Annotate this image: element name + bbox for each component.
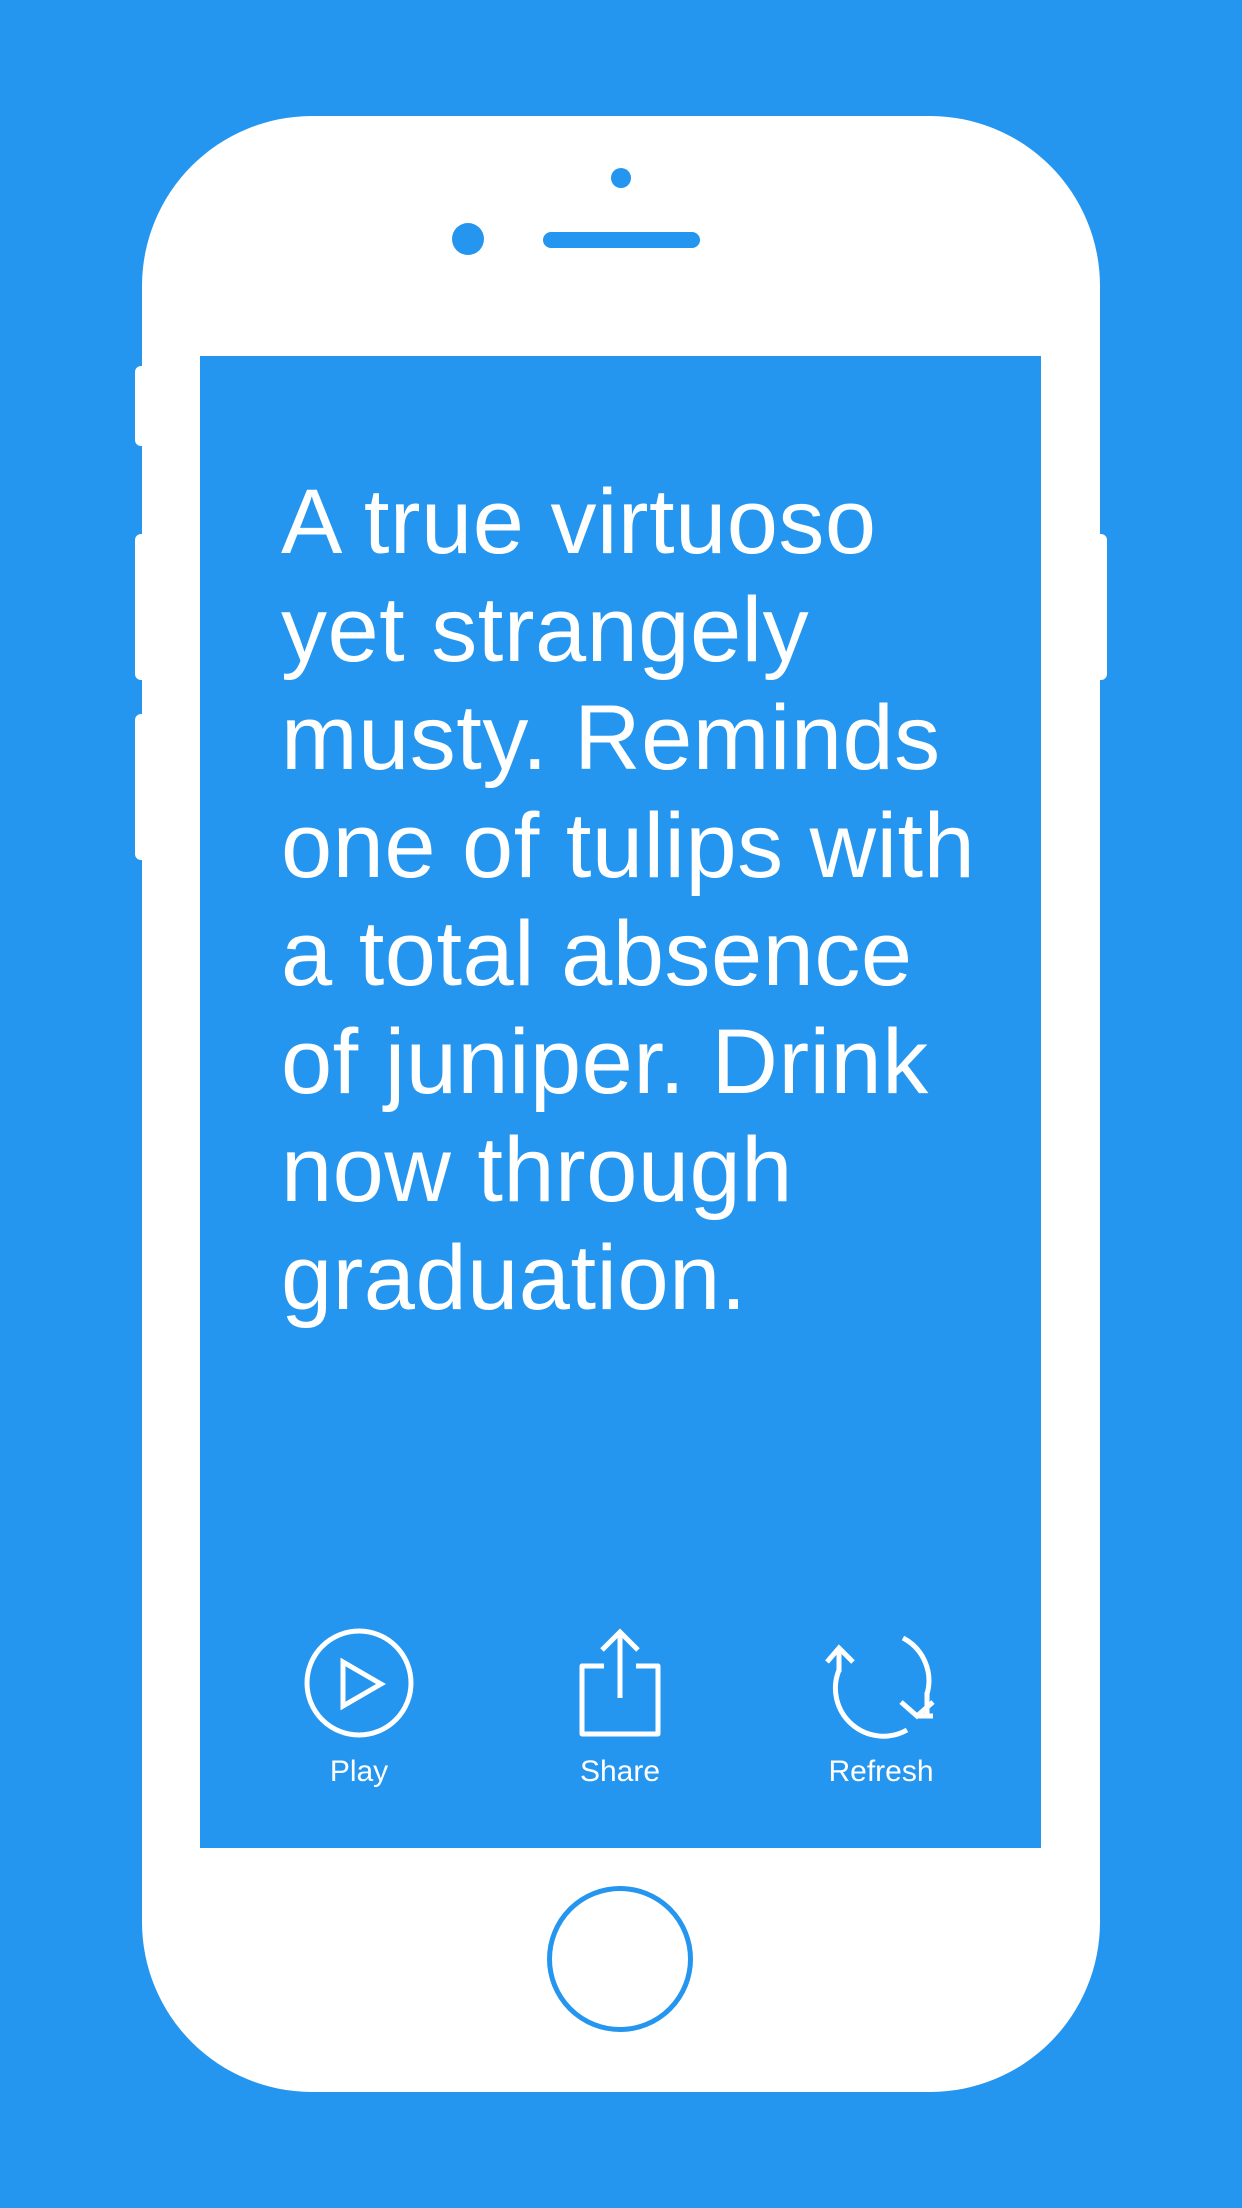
play-label: Play — [329, 1755, 389, 1788]
quote-text: A true virtuoso yet strangely musty. Rem… — [281, 471, 976, 1329]
share-label: Share — [579, 1755, 661, 1788]
home-button[interactable] — [547, 1886, 693, 2032]
proximity-sensor — [611, 168, 631, 188]
phone-screen: A true virtuoso yet strangely musty. Rem… — [200, 356, 1041, 1848]
share-button[interactable]: Share — [510, 1626, 730, 1792]
refresh-icon — [825, 1635, 935, 1739]
refresh-label: Refresh — [828, 1755, 934, 1788]
earpiece-speaker — [543, 232, 700, 248]
refresh-button[interactable]: Refresh — [771, 1626, 991, 1792]
share-icon — [579, 1628, 661, 1737]
play-icon — [304, 1628, 414, 1738]
play-button[interactable]: Play — [249, 1626, 469, 1792]
front-camera — [452, 223, 484, 255]
